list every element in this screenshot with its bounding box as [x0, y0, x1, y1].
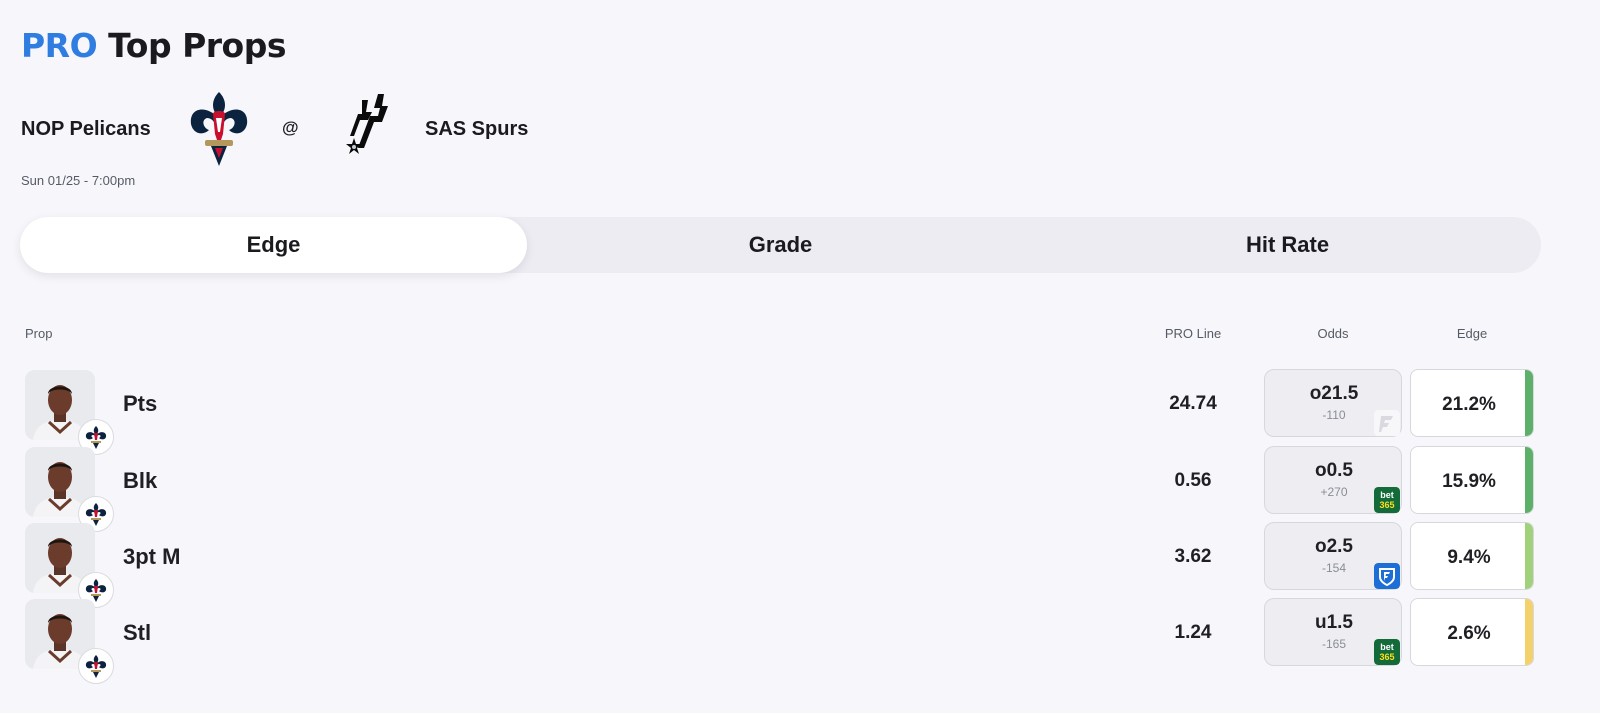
odds-button[interactable]: o21.5 -110 — [1264, 369, 1402, 437]
at-separator: @ — [282, 118, 299, 137]
prop-name: 3pt M — [123, 544, 181, 569]
prop-name: Pts — [123, 391, 158, 416]
away-team-name: NOP Pelicans — [21, 118, 151, 140]
prop-row[interactable]: Stl 1.24 u1.5 -165 bet 365 2.6% — [0, 598, 1600, 684]
game-datetime: Sun 01/25 - 7:00pm — [21, 173, 136, 188]
edge-value: 15.9% — [1442, 471, 1496, 492]
odds-line: o2.5 — [1314, 536, 1354, 557]
edge-value: 21.2% — [1442, 394, 1496, 415]
svg-text:365: 365 — [1379, 500, 1394, 510]
edge-cell: 9.4% — [1410, 522, 1534, 590]
pro-line-value: 0.56 — [1174, 470, 1212, 491]
pelicans-logo-icon — [190, 92, 248, 166]
pro-line-value: 24.74 — [1169, 393, 1217, 414]
column-header-prop: Prop — [25, 326, 53, 341]
sort-tabs: Edge Grade Hit Rate — [20, 217, 1541, 273]
prop-name: Blk — [123, 468, 158, 493]
edge-indicator-bar — [1525, 523, 1533, 589]
bet365-icon: bet 365 — [1374, 639, 1400, 665]
odds-button[interactable]: u1.5 -165 bet 365 — [1264, 598, 1402, 666]
odds-button[interactable]: o0.5 +270 bet 365 — [1264, 446, 1402, 514]
column-header-odds: Odds — [1317, 326, 1349, 341]
svg-text:bet: bet — [1380, 642, 1394, 652]
svg-text:bet: bet — [1380, 490, 1394, 500]
odds-button[interactable]: o2.5 -154 — [1264, 522, 1402, 590]
prop-row[interactable]: Pts 24.74 o21.5 -110 21.2% — [0, 369, 1600, 455]
home-team-name: SAS Spurs — [425, 118, 529, 140]
column-header-edge: Edge — [1456, 326, 1488, 341]
edge-cell: 21.2% — [1410, 369, 1534, 437]
matchup: NOP Pelicans @ SAS Spurs — [0, 88, 700, 174]
column-header-pro-line: PRO Line — [1164, 326, 1222, 341]
tab-edge[interactable]: Edge — [20, 217, 527, 273]
odds-line: o21.5 — [1309, 383, 1359, 404]
bet365-icon: bet 365 — [1374, 487, 1400, 513]
title-pro: PRO — [21, 26, 98, 65]
prop-name: Stl — [123, 620, 152, 645]
edge-indicator-bar — [1525, 599, 1533, 665]
pelicans-badge-icon — [78, 648, 114, 684]
tab-grade[interactable]: Grade — [527, 217, 1034, 273]
svg-text:365: 365 — [1379, 652, 1394, 662]
edge-cell: 15.9% — [1410, 446, 1534, 514]
fanatics-icon — [1374, 410, 1400, 436]
edge-indicator-bar — [1525, 447, 1533, 513]
prop-row[interactable]: 3pt M 3.62 o2.5 -154 9.4% — [0, 522, 1600, 608]
odds-line: u1.5 — [1314, 612, 1354, 633]
pro-line-value: 3.62 — [1174, 546, 1212, 567]
tab-hit-rate[interactable]: Hit Rate — [1034, 217, 1541, 273]
title-rest: Top Props — [108, 26, 286, 65]
edge-indicator-bar — [1525, 370, 1533, 436]
page: PRO Top Props NOP Pelicans @ SAS Spurs S… — [0, 0, 1600, 713]
pro-line-value: 1.24 — [1174, 622, 1212, 643]
edge-value: 2.6% — [1447, 623, 1491, 644]
edge-value: 9.4% — [1447, 547, 1491, 568]
page-title: PRO Top Props — [21, 26, 286, 65]
odds-line: o0.5 — [1314, 460, 1354, 481]
spurs-logo-icon — [346, 94, 388, 154]
prop-row[interactable]: Blk 0.56 o0.5 +270 bet 365 15.9% — [0, 446, 1600, 532]
fanduel-icon — [1374, 563, 1400, 589]
edge-cell: 2.6% — [1410, 598, 1534, 666]
